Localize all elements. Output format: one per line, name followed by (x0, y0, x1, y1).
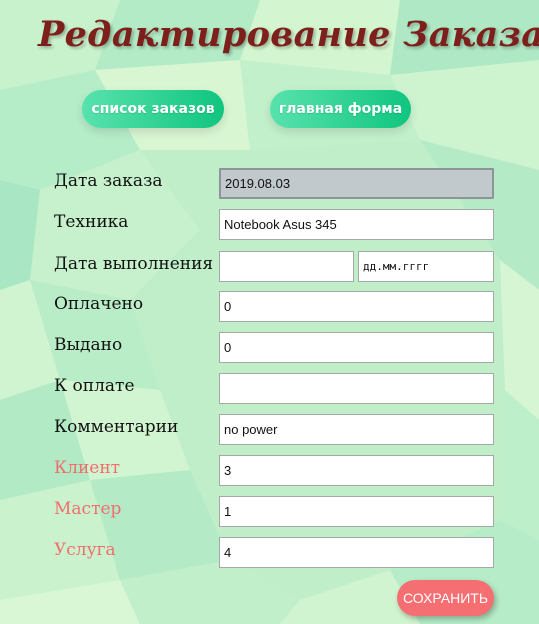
save-button[interactable]: СОХРАНИТЬ (397, 580, 494, 616)
device-field[interactable]: Notebook Asus 345 (219, 209, 494, 240)
comments-field[interactable]: no power (219, 414, 494, 445)
main-form-button[interactable]: главная форма (270, 90, 411, 128)
to-pay-label: К оплате (54, 376, 135, 396)
service-field[interactable]: 4 (219, 537, 494, 568)
paid-label: Оплачено (54, 294, 144, 314)
page-title: Редактирование Заказа (38, 14, 539, 55)
paid-field[interactable]: 0 (219, 291, 494, 322)
device-label: Техника (54, 212, 129, 232)
orders-list-button[interactable]: список заказов (82, 90, 224, 128)
issued-field[interactable]: 0 (219, 332, 494, 363)
comments-label: Комментарии (54, 417, 179, 437)
master-field[interactable]: 1 (219, 496, 494, 527)
client-field[interactable]: 3 (219, 455, 494, 486)
master-label: Мастер (54, 499, 122, 519)
completion-date-picker[interactable]: дд.мм.гггг (358, 251, 494, 282)
completion-date-label: Дата выполнения (54, 254, 214, 274)
order-date-label: Дата заказа (54, 171, 163, 191)
completion-time-field[interactable] (219, 251, 354, 282)
order-date-field[interactable]: 2019.08.03 (219, 168, 494, 199)
to-pay-field[interactable] (219, 373, 494, 404)
edit-order-page: Редактирование Заказа список заказов гла… (0, 0, 539, 624)
client-label: Клиент (54, 458, 121, 478)
service-label: Услуга (54, 540, 116, 560)
issued-label: Выдано (54, 335, 123, 355)
